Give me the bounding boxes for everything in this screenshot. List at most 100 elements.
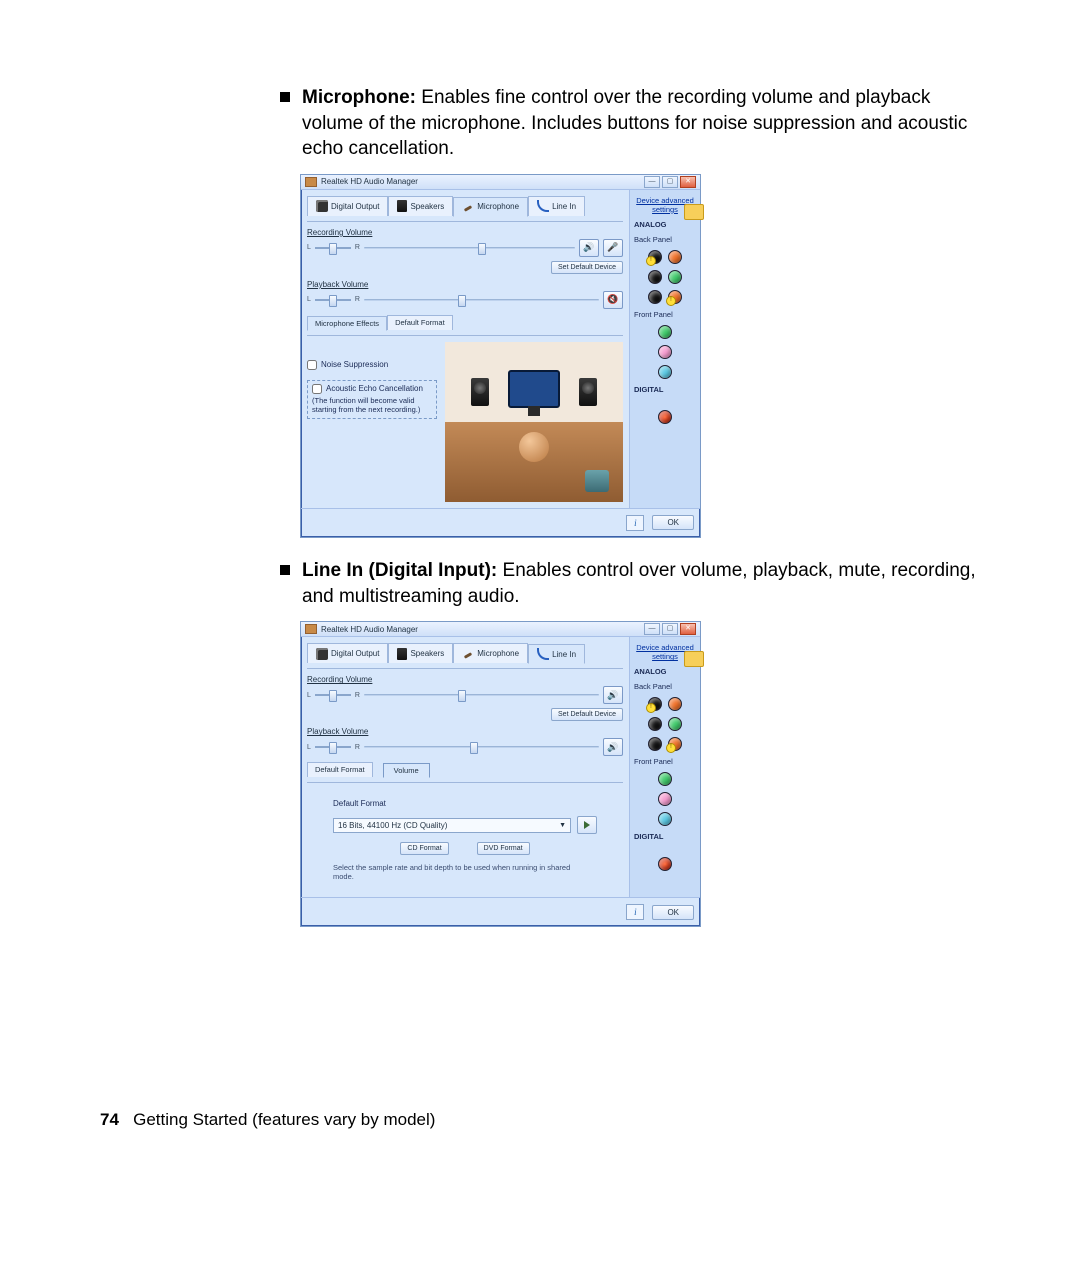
playback-volume-slider[interactable] <box>364 743 599 751</box>
tab-line-in[interactable]: Line In <box>528 196 585 216</box>
jack-green[interactable] <box>658 772 672 786</box>
titlebar[interactable]: Realtek HD Audio Manager — ▢ ✕ <box>301 622 700 637</box>
jack-pink[interactable] <box>658 345 672 359</box>
folder-icon[interactable] <box>684 204 704 220</box>
jack-orange[interactable] <box>668 250 682 264</box>
tab-microphone[interactable]: Microphone <box>453 643 528 663</box>
sample-rate-select[interactable]: 16 Bits, 44100 Hz (CD Quality) ▼ <box>333 818 571 833</box>
subtab-default-format[interactable]: Default Format <box>307 762 373 777</box>
info-button[interactable]: i <box>626 904 644 920</box>
recording-volume-label: Recording Volume <box>307 675 623 684</box>
test-play-button[interactable] <box>577 816 597 834</box>
balance-r: R <box>355 244 360 251</box>
tab-line-in[interactable]: Line In <box>528 644 585 664</box>
jack-green[interactable] <box>668 717 682 731</box>
playback-mute-button[interactable] <box>603 291 623 309</box>
jack-black[interactable] <box>648 737 662 751</box>
checkbox-icon[interactable] <box>312 384 322 394</box>
jack-blue[interactable] <box>658 365 672 379</box>
playback-volume-slider[interactable] <box>364 296 599 304</box>
ok-button[interactable]: OK <box>652 905 694 920</box>
maximize-button[interactable]: ▢ <box>662 623 678 635</box>
balance-slider[interactable] <box>315 244 351 252</box>
jack-green[interactable] <box>668 270 682 284</box>
tab-label: Digital Output <box>331 202 379 211</box>
bullet-item-line-in: Line In (Digital Input): Enables control… <box>280 558 980 609</box>
tab-speakers[interactable]: Speakers <box>388 196 453 216</box>
balance-l: L <box>307 692 311 699</box>
subtab-default-format[interactable]: Default Format <box>387 315 453 330</box>
tab-label: Speakers <box>410 202 444 211</box>
balance-r: R <box>355 744 360 751</box>
jack-blue[interactable] <box>658 812 672 826</box>
folder-icon[interactable] <box>684 651 704 667</box>
tab-microphone[interactable]: Microphone <box>453 197 528 217</box>
speakers-icon <box>397 200 407 212</box>
warning-icon: ! <box>646 256 656 266</box>
sub-tabs: Microphone Effects Default Format <box>307 315 623 330</box>
set-default-device-button[interactable]: Set Default Device <box>551 708 623 721</box>
recording-mute-button[interactable] <box>603 686 623 704</box>
jack-digital[interactable] <box>658 857 672 871</box>
playback-mute-button[interactable] <box>603 738 623 756</box>
recording-volume-label: Recording Volume <box>307 228 623 237</box>
balance-slider[interactable] <box>315 743 351 751</box>
checkbox-icon[interactable] <box>307 360 317 370</box>
ok-button[interactable]: OK <box>652 515 694 530</box>
jack-pink[interactable] <box>658 792 672 806</box>
mic-boost-button[interactable] <box>603 239 623 257</box>
close-button[interactable]: ✕ <box>680 176 696 188</box>
warning-icon: ! <box>666 743 676 753</box>
subtab-mic-effects[interactable]: Microphone Effects <box>307 316 387 331</box>
subtab-volume[interactable]: Volume <box>383 763 430 778</box>
front-panel-heading: Front Panel <box>634 757 673 766</box>
listener-head-icon <box>519 432 549 462</box>
default-format-heading: Default Format <box>333 799 597 808</box>
front-panel-heading: Front Panel <box>634 310 673 319</box>
balance-r: R <box>355 296 360 303</box>
balance-l: L <box>307 744 311 751</box>
tab-speakers[interactable]: Speakers <box>388 643 453 663</box>
balance-slider[interactable] <box>315 691 351 699</box>
tab-label: Digital Output <box>331 649 379 658</box>
document-page: Microphone: Enables fine control over th… <box>0 0 1080 1270</box>
back-panel-heading: Back Panel <box>634 682 672 691</box>
set-default-device-button[interactable]: Set Default Device <box>551 261 623 274</box>
app-icon <box>305 177 317 187</box>
window-title: Realtek HD Audio Manager <box>321 625 418 634</box>
sub-tabs: Default Format Volume <box>307 762 623 777</box>
aec-note: (The function will become valid starting… <box>312 396 432 415</box>
jack-orange[interactable] <box>668 697 682 711</box>
maximize-button[interactable]: ▢ <box>662 176 678 188</box>
jack-black[interactable] <box>648 717 662 731</box>
dvd-format-button[interactable]: DVD Format <box>477 842 530 855</box>
titlebar[interactable]: Realtek HD Audio Manager — ▢ ✕ <box>301 175 700 190</box>
audio-manager-window-mic: Realtek HD Audio Manager — ▢ ✕ Digital O… <box>300 174 701 538</box>
default-format-note: Select the sample rate and bit depth to … <box>333 863 573 881</box>
speaker-right-icon <box>579 378 597 406</box>
window-footer: i OK <box>301 897 700 926</box>
analog-heading: ANALOG <box>634 220 667 229</box>
recording-volume-slider[interactable] <box>364 691 599 699</box>
jack-black[interactable] <box>648 290 662 304</box>
jack-green[interactable] <box>658 325 672 339</box>
tab-digital-output[interactable]: Digital Output <box>307 196 388 216</box>
aec-option[interactable]: Acoustic Echo Cancellation (The function… <box>307 380 437 419</box>
room-illustration <box>445 342 623 502</box>
balance-slider[interactable] <box>315 296 351 304</box>
jack-digital[interactable] <box>658 410 672 424</box>
close-button[interactable]: ✕ <box>680 623 696 635</box>
monitor-icon <box>508 370 560 408</box>
tab-digital-output[interactable]: Digital Output <box>307 643 388 663</box>
speaker-left-icon <box>471 378 489 406</box>
noise-suppression-checkbox[interactable]: Noise Suppression <box>307 360 437 370</box>
recording-volume-slider[interactable] <box>364 244 575 252</box>
minimize-button[interactable]: — <box>644 176 660 188</box>
info-button[interactable]: i <box>626 515 644 531</box>
jack-black[interactable] <box>648 270 662 284</box>
main-pane: Digital Output Speakers Microphone Line … <box>301 637 629 897</box>
minimize-button[interactable]: — <box>644 623 660 635</box>
recording-mute-button[interactable] <box>579 239 599 257</box>
cd-format-button[interactable]: CD Format <box>400 842 448 855</box>
analog-heading: ANALOG <box>634 667 667 676</box>
